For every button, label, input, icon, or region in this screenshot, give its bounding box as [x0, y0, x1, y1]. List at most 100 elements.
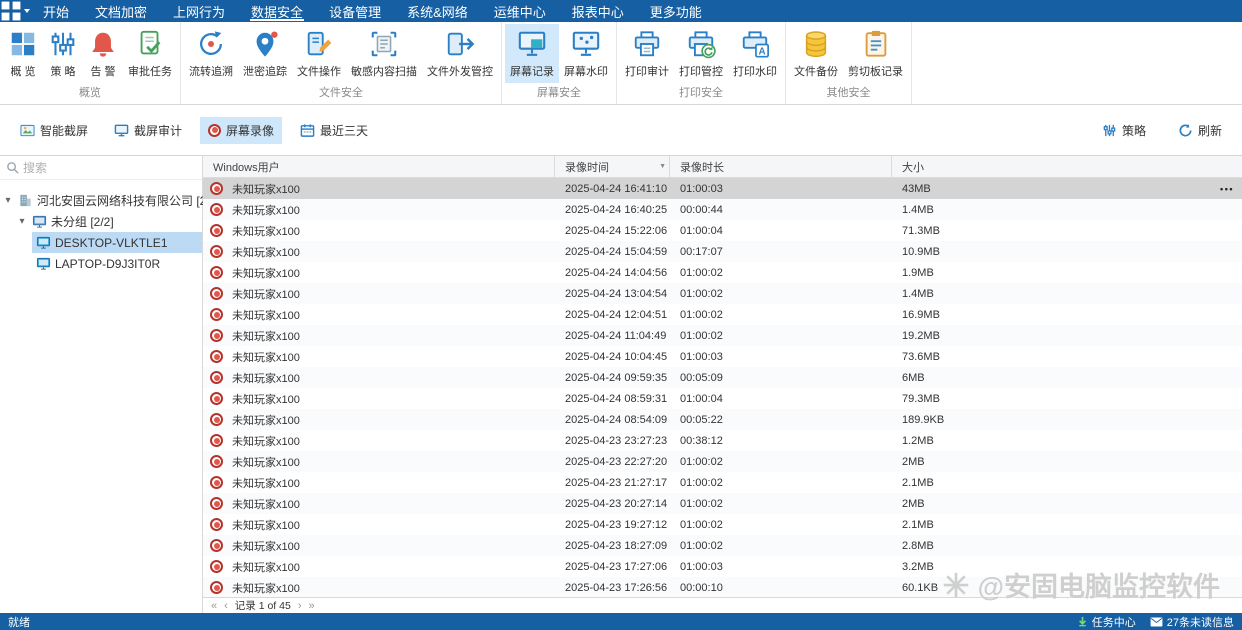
tree-item-computer-desktop[interactable]: DESKTOP-VLKTLE1 [0, 232, 202, 253]
ribbon-item-print-audit[interactable]: 打印审计 [620, 24, 674, 83]
menu-item[interactable]: 开始 [30, 0, 82, 22]
search-input[interactable] [23, 161, 173, 175]
table-row[interactable]: 未知玩家x100 2025-04-23 17:27:06 01:00:03 3.… [203, 556, 1242, 577]
last-page-button[interactable]: » [309, 600, 315, 612]
cell-windows-user: 未知玩家x100 [203, 223, 555, 239]
ribbon-item-label: 打印审计 [625, 63, 669, 79]
menu-item[interactable]: 系统&网络 [394, 0, 481, 22]
table-row[interactable]: 未知玩家x100 2025-04-24 10:04:45 01:00:03 73… [203, 346, 1242, 367]
cell-duration: 01:00:02 [670, 330, 892, 342]
table-row[interactable]: 未知玩家x100 2025-04-24 16:41:10 01:00:03 43… [203, 178, 1242, 199]
table-row[interactable]: 未知玩家x100 2025-04-23 19:27:12 01:00:02 2.… [203, 514, 1242, 535]
table-row[interactable]: 未知玩家x100 2025-04-24 08:59:31 01:00:04 79… [203, 388, 1242, 409]
menu-item[interactable]: 文档加密 [82, 0, 160, 22]
next-page-button[interactable]: › [298, 600, 302, 612]
unread-messages-button[interactable]: 27条未读信息 [1150, 614, 1234, 630]
cell-record-time: 2025-04-23 17:27:06 [555, 561, 670, 573]
ribbon-item-alerts[interactable]: 告 警 [83, 24, 123, 83]
task-center-button[interactable]: 任务中心 [1077, 614, 1136, 630]
row-actions-icon[interactable]: ••• [1220, 178, 1234, 199]
table-row[interactable]: 未知玩家x100 2025-04-23 22:27:20 01:00:02 2M… [203, 451, 1242, 472]
cell-record-time: 2025-04-24 10:04:45 [555, 351, 670, 363]
ribbon-item-overview[interactable]: 概 览 [3, 24, 43, 83]
ribbon-item-screen-record[interactable]: 屏幕记录 [505, 24, 559, 83]
table-row[interactable]: 未知玩家x100 2025-04-23 18:27:09 01:00:02 2.… [203, 535, 1242, 556]
cell-windows-user: 未知玩家x100 [203, 202, 555, 218]
cell-size: 10.9MB [892, 246, 1242, 258]
table-row[interactable]: 未知玩家x100 2025-04-23 23:27:23 00:38:12 1.… [203, 430, 1242, 451]
ribbon-item-file-outgoing[interactable]: 文件外发管控 [422, 24, 498, 83]
table-row[interactable]: 未知玩家x100 2025-04-23 21:27:17 01:00:02 2.… [203, 472, 1242, 493]
table-row[interactable]: 未知玩家x100 2025-04-23 20:27:14 01:00:02 2M… [203, 493, 1242, 514]
table-row[interactable]: 未知玩家x100 2025-04-24 14:04:56 01:00:02 1.… [203, 262, 1242, 283]
record-dot-icon [208, 124, 221, 137]
table-row[interactable]: 未知玩家x100 2025-04-24 15:22:06 01:00:04 71… [203, 220, 1242, 241]
ribbon-item-leak-trace[interactable]: 泄密追踪 [238, 24, 292, 83]
ribbon-item-file-operations[interactable]: 文件操作 [292, 24, 346, 83]
ribbon-item-print-control[interactable]: 打印管控 [674, 24, 728, 83]
column-header-duration[interactable]: 录像时长 [670, 156, 892, 177]
policy-filter-icon [1102, 123, 1117, 138]
app-menu-button[interactable] [0, 0, 30, 22]
menu-item[interactable]: 更多功能 [637, 0, 715, 22]
table-row[interactable]: 未知玩家x100 2025-04-23 17:26:56 00:00:10 60… [203, 577, 1242, 597]
policy-button[interactable]: 策略 [1094, 117, 1154, 144]
column-header-windows-user[interactable]: Windows用户 [203, 156, 555, 177]
column-header-record-time[interactable]: 录像时间 ▼ [555, 156, 670, 177]
refresh-button[interactable]: 刷新 [1170, 117, 1230, 144]
print-watermark-icon: A [740, 29, 770, 59]
column-header-label: 录像时间 [565, 159, 609, 175]
menu-item[interactable]: 设备管理 [316, 0, 394, 22]
menu-item[interactable]: 运维中心 [481, 0, 559, 22]
print-control-icon [686, 29, 716, 59]
table-row[interactable]: 未知玩家x100 2025-04-24 12:04:51 01:00:02 16… [203, 304, 1242, 325]
cell-windows-user: 未知玩家x100 [203, 307, 555, 323]
table-row[interactable]: 未知玩家x100 2025-04-24 13:04:54 01:00:02 1.… [203, 283, 1242, 304]
table-row[interactable]: 未知玩家x100 2025-04-24 15:04:59 00:17:07 10… [203, 241, 1242, 262]
table-row[interactable]: 未知玩家x100 2025-04-24 09:59:35 00:05:09 6M… [203, 367, 1242, 388]
record-icon [210, 392, 223, 405]
ribbon-item-approval-tasks[interactable]: 审批任务 [123, 24, 177, 83]
prev-page-button[interactable]: ‹ [224, 600, 228, 612]
cell-size: 6MB [892, 372, 1242, 384]
cell-duration: 01:00:02 [670, 498, 892, 510]
ribbon-item-print-watermark[interactable]: A 打印水印 [728, 24, 782, 83]
ribbon-item-flow-trace[interactable]: 流转追溯 [184, 24, 238, 83]
record-icon [210, 476, 223, 489]
ribbon-item-label: 文件备份 [794, 63, 838, 79]
record-icon [210, 434, 223, 447]
cell-size: 3.2MB [892, 561, 1242, 573]
menu-item[interactable]: 报表中心 [559, 0, 637, 22]
chevron-down-icon[interactable]: ▾ [16, 216, 28, 227]
screen-recording-button[interactable]: 屏幕录像 [200, 117, 282, 144]
sort-dropdown-icon[interactable]: ▼ [659, 163, 666, 170]
ribbon-group-file-security: 流转追溯 泄密追踪 文件操作 敏感内容扫描 文件外发管控 文件安全 [181, 22, 502, 104]
menu-item[interactable]: 数据安全 [238, 0, 316, 22]
table-row[interactable]: 未知玩家x100 2025-04-24 08:54:09 00:05:22 18… [203, 409, 1242, 430]
screenshot-audit-button[interactable]: 截屏审计 [106, 117, 190, 144]
ribbon-item-file-backup[interactable]: 文件备份 [789, 24, 843, 83]
tree-item-ungrouped[interactable]: ▾ 未分组 [2/2] [0, 211, 202, 232]
cell-record-time: 2025-04-23 19:27:12 [555, 519, 670, 531]
cell-windows-user: 未知玩家x100 [203, 538, 555, 554]
envelope-icon [1150, 617, 1163, 627]
tree-item-computer-laptop[interactable]: LAPTOP-D9J3IT0R [0, 253, 202, 274]
ribbon-item-sensitive-scan[interactable]: 敏感内容扫描 [346, 24, 422, 83]
table-row[interactable]: 未知玩家x100 2025-04-24 16:40:25 00:00:44 1.… [203, 199, 1242, 220]
clipboard-record-icon [861, 29, 891, 59]
smart-screenshot-button[interactable]: 智能截屏 [12, 117, 96, 144]
first-page-button[interactable]: « [211, 600, 217, 612]
table-row[interactable]: 未知玩家x100 2025-04-24 11:04:49 01:00:02 19… [203, 325, 1242, 346]
cell-duration: 00:17:07 [670, 246, 892, 258]
column-header-size[interactable]: 大小 [892, 156, 1242, 177]
ribbon-item-clipboard-record[interactable]: 剪切板记录 [843, 24, 908, 83]
record-icon [210, 371, 223, 384]
ribbon-item-policy[interactable]: 策 略 [43, 24, 83, 83]
ribbon-item-screen-watermark[interactable]: 屏幕水印 [559, 24, 613, 83]
menu-item[interactable]: 上网行为 [160, 0, 238, 22]
cell-record-time: 2025-04-23 17:26:56 [555, 582, 670, 594]
titlebar: 开始 文档加密 上网行为 数据安全 设备管理 系统&网络 运维中心 [0, 0, 1242, 22]
chevron-down-icon[interactable]: ▾ [2, 195, 14, 206]
tree-item-company[interactable]: ▾ 河北安固云网络科技有限公司 [2/2] [0, 190, 202, 211]
recent-three-days-button[interactable]: 最近三天 [292, 117, 376, 144]
